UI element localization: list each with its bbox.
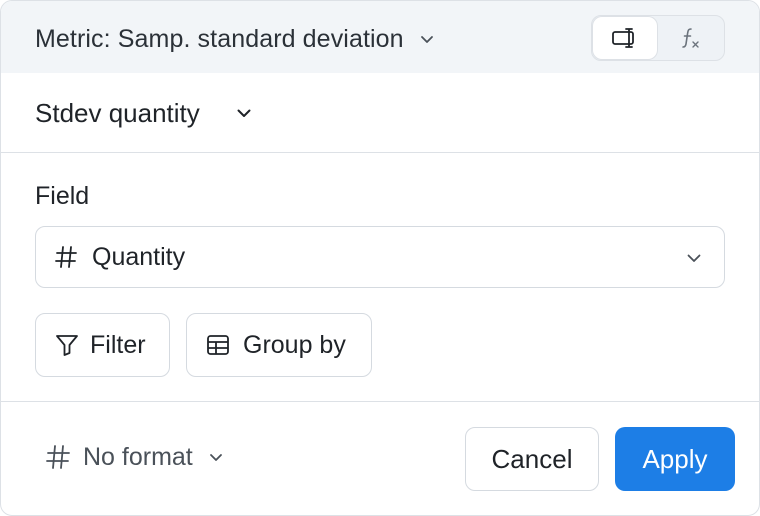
metric-type-label: Metric: Samp. standard deviation (35, 24, 404, 53)
filter-button[interactable]: Filter (35, 313, 170, 377)
apply-button[interactable]: Apply (615, 427, 735, 491)
cancel-button[interactable]: Cancel (465, 427, 599, 491)
field-dropdown[interactable]: Quantity (35, 226, 725, 288)
chevron-down-icon (237, 109, 251, 117)
column-cursor-icon (612, 28, 634, 48)
format-value: No format (83, 442, 193, 471)
column-mode-button[interactable] (593, 17, 657, 59)
hash-icon (55, 246, 77, 268)
chevron-down-icon (209, 454, 222, 461)
metric-type-dropdown[interactable]: Metric: Samp. standard deviation (35, 21, 436, 57)
chevron-down-icon (687, 254, 701, 262)
filter-label: Filter (90, 330, 146, 359)
section-divider (1, 152, 759, 153)
formula-fx-icon (682, 28, 699, 48)
editor-mode-toggle (591, 15, 725, 61)
chevron-down-icon (420, 36, 433, 43)
field-value: Quantity (92, 242, 186, 271)
group-by-button[interactable]: Group by (186, 313, 372, 377)
group-by-label: Group by (243, 330, 346, 359)
panel-header: Metric: Samp. standard deviation (1, 1, 759, 73)
metric-editor-panel: Metric: Samp. standard deviation Stdev q… (0, 0, 760, 516)
footer-divider (1, 401, 759, 402)
hash-icon (46, 445, 70, 469)
formula-mode-button[interactable] (659, 17, 723, 59)
field-label: Field (35, 182, 90, 210)
metric-name-dropdown[interactable]: Stdev quantity (35, 93, 254, 133)
filter-funnel-icon (56, 335, 78, 356)
table-icon (207, 335, 229, 355)
format-dropdown[interactable]: No format (45, 437, 225, 477)
metric-name-label: Stdev quantity (35, 97, 200, 128)
